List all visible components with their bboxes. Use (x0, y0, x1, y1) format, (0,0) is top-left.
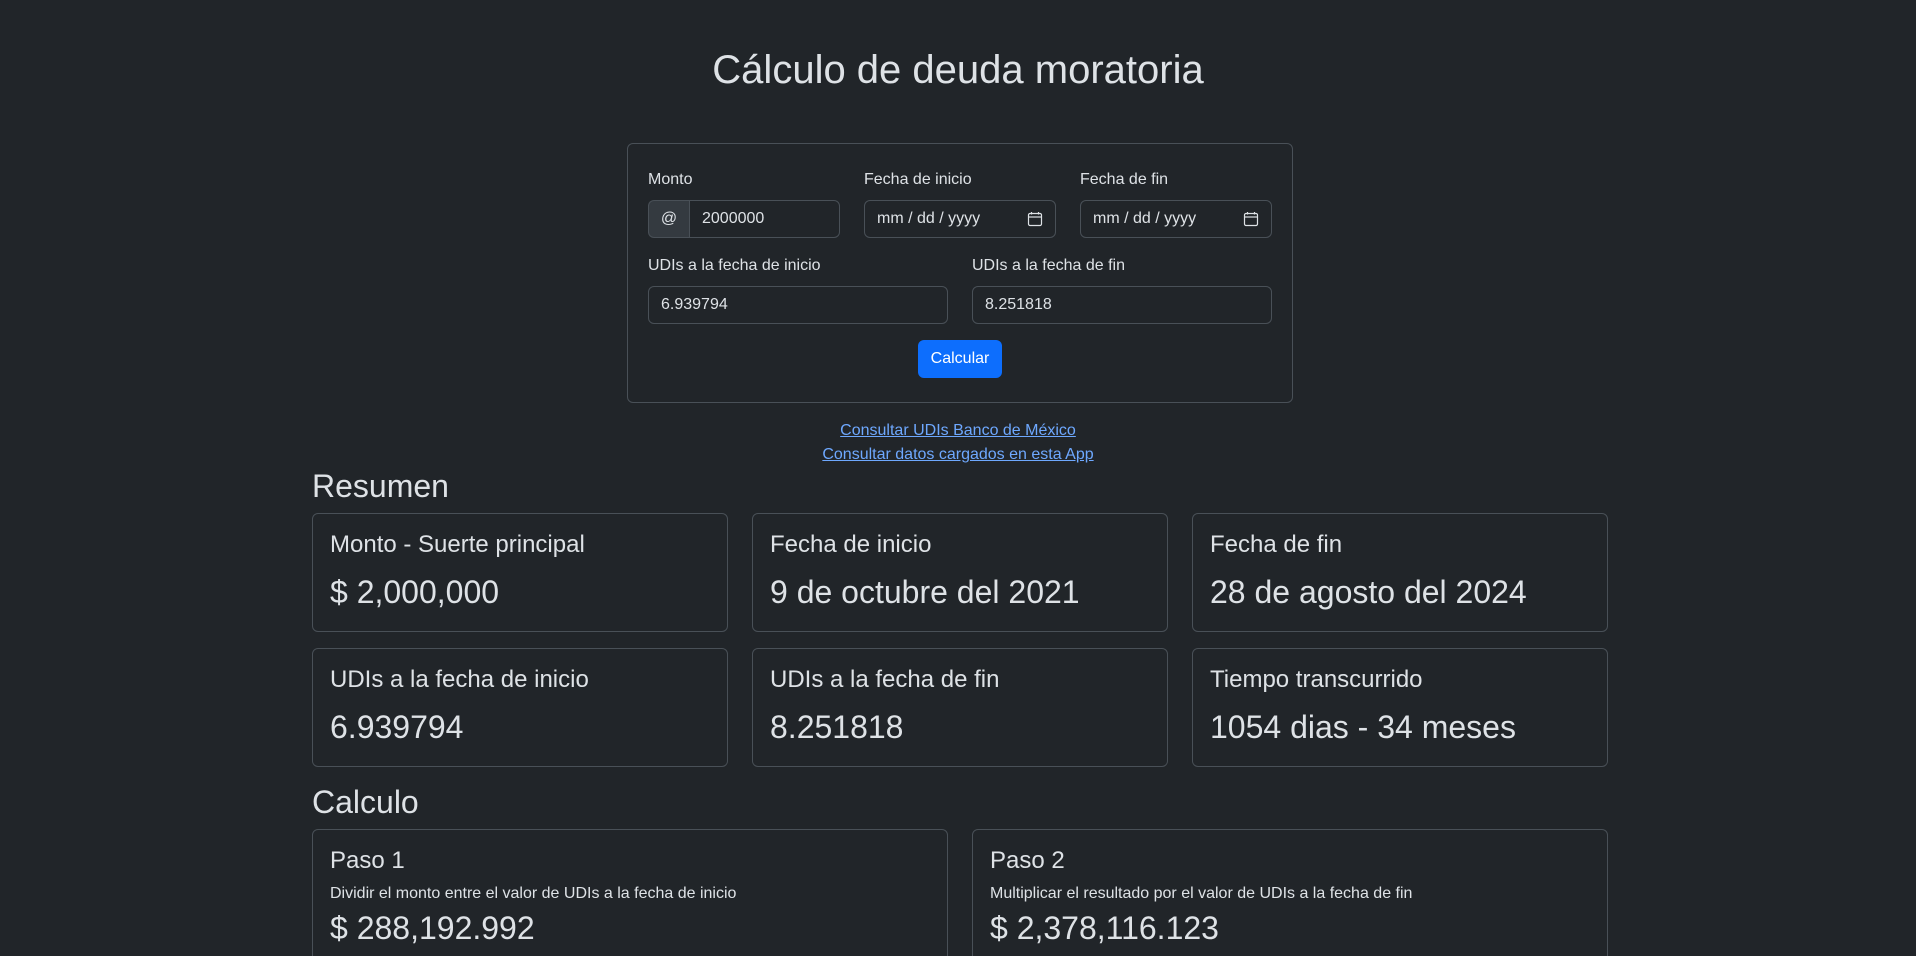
step-value: $ 2,378,116.123 (990, 910, 1219, 946)
summary-card-tiempo: Tiempo transcurrido 1054 dias - 34 meses (1192, 648, 1608, 767)
fecha-inicio-label: Fecha de inicio (864, 171, 972, 188)
step-title: Paso 2 (990, 847, 1065, 874)
step-value: $ 288,192.992 (330, 910, 535, 946)
udis-fin-label: UDIs a la fecha de fin (972, 257, 1125, 274)
page-title: Cálculo de deuda moratoria (712, 48, 1204, 92)
card-value: 1054 dias - 34 meses (1210, 709, 1516, 745)
fecha-fin-placeholder: mm / dd / yyyy (1093, 210, 1197, 227)
card-value: 28 de agosto del 2024 (1210, 574, 1527, 610)
fecha-inicio-placeholder: mm / dd / yyyy (877, 210, 981, 227)
step-title: Paso 1 (330, 847, 405, 874)
udis-fin-input[interactable]: 8.251818 (972, 286, 1272, 324)
calendar-icon[interactable] (1027, 211, 1043, 227)
card-value: 8.251818 (770, 709, 904, 745)
step-card-1: Paso 1 Dividir el monto entre el valor d… (312, 829, 948, 956)
card-title: Tiempo transcurrido (1210, 666, 1423, 693)
card-value: 6.939794 (330, 709, 464, 745)
banxico-link[interactable]: Consultar UDIs Banco de México (0, 420, 1916, 442)
app-data-link[interactable]: Consultar datos cargados en esta App (0, 444, 1916, 466)
resumen-heading: Resumen (312, 468, 449, 504)
step-description: Multiplicar el resultado por el valor de… (990, 885, 1413, 902)
card-title: UDIs a la fecha de fin (770, 666, 1000, 693)
monto-input[interactable]: 2000000 (689, 200, 840, 238)
calendar-icon[interactable] (1243, 211, 1259, 227)
monto-label: Monto (648, 171, 693, 188)
udis-inicio-label: UDIs a la fecha de inicio (648, 257, 821, 274)
step-card-2: Paso 2 Multiplicar el resultado por el v… (972, 829, 1608, 956)
card-title: Fecha de inicio (770, 531, 932, 558)
card-title: UDIs a la fecha de inicio (330, 666, 589, 693)
card-title: Fecha de fin (1210, 531, 1343, 558)
udis-inicio-input[interactable]: 6.939794 (648, 286, 948, 324)
calcular-button[interactable]: Calcular (918, 340, 1002, 378)
fecha-fin-input[interactable]: mm / dd / yyyy (1080, 200, 1272, 238)
summary-card-fecha-inicio: Fecha de inicio 9 de octubre del 2021 (752, 513, 1168, 632)
summary-card-udis-inicio: UDIs a la fecha de inicio 6.939794 (312, 648, 728, 767)
monto-input-group: @ 2000000 (648, 200, 840, 238)
card-value: $ 2,000,000 (330, 574, 500, 610)
monto-addon: @ (648, 200, 689, 238)
calculo-heading: Calculo (312, 784, 419, 820)
summary-card-fecha-fin: Fecha de fin 28 de agosto del 2024 (1192, 513, 1608, 632)
fecha-fin-label: Fecha de fin (1080, 171, 1169, 188)
summary-card-monto: Monto - Suerte principal $ 2,000,000 (312, 513, 728, 632)
card-value: 9 de octubre del 2021 (770, 574, 1080, 610)
card-title: Monto - Suerte principal (330, 531, 585, 558)
summary-card-udis-fin: UDIs a la fecha de fin 8.251818 (752, 648, 1168, 767)
step-description: Dividir el monto entre el valor de UDIs … (330, 885, 737, 902)
fecha-inicio-input[interactable]: mm / dd / yyyy (864, 200, 1056, 238)
